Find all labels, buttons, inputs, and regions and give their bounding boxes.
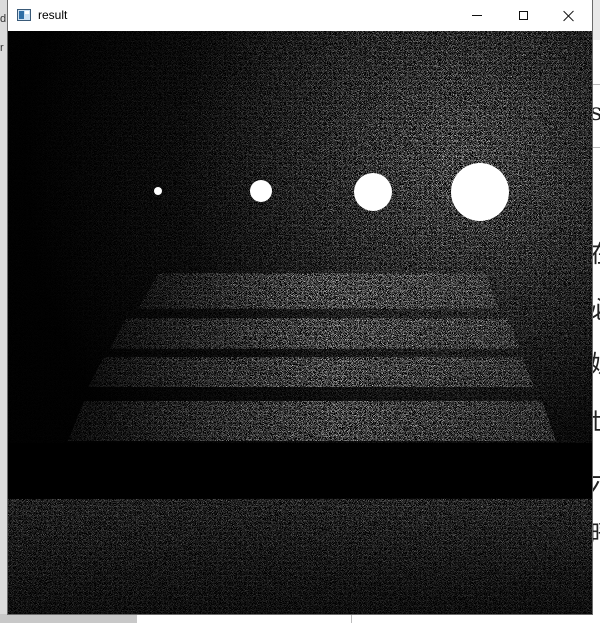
background-left-text-1: d xyxy=(0,13,7,25)
background-bottom-tab[interactable] xyxy=(0,614,137,623)
render-image xyxy=(8,31,592,614)
render-canvas xyxy=(8,31,592,614)
app-window-icon xyxy=(17,9,31,21)
minimize-icon xyxy=(472,15,482,16)
close-button[interactable] xyxy=(546,0,592,31)
window-title: result xyxy=(38,8,68,22)
shadow-band xyxy=(8,443,592,498)
result-window[interactable]: result xyxy=(8,0,592,614)
light-sphere-xlarge xyxy=(451,163,509,221)
light-sphere-medium xyxy=(250,180,272,202)
plank-2 xyxy=(110,318,520,349)
minimize-button[interactable] xyxy=(454,0,500,31)
light-sphere-large xyxy=(354,173,392,211)
title-bar[interactable]: result xyxy=(8,0,592,31)
plank-1 xyxy=(138,273,498,309)
maximize-button[interactable] xyxy=(500,0,546,31)
background-left-strip xyxy=(0,0,8,623)
background-bottom-divider xyxy=(351,614,352,623)
close-icon xyxy=(563,10,575,22)
background-left-text-2: r xyxy=(0,42,4,54)
maximize-icon xyxy=(518,11,528,20)
plank-4 xyxy=(68,401,556,441)
floor-noise xyxy=(8,499,592,614)
plank-3 xyxy=(88,357,534,387)
light-sphere-small xyxy=(154,187,162,195)
